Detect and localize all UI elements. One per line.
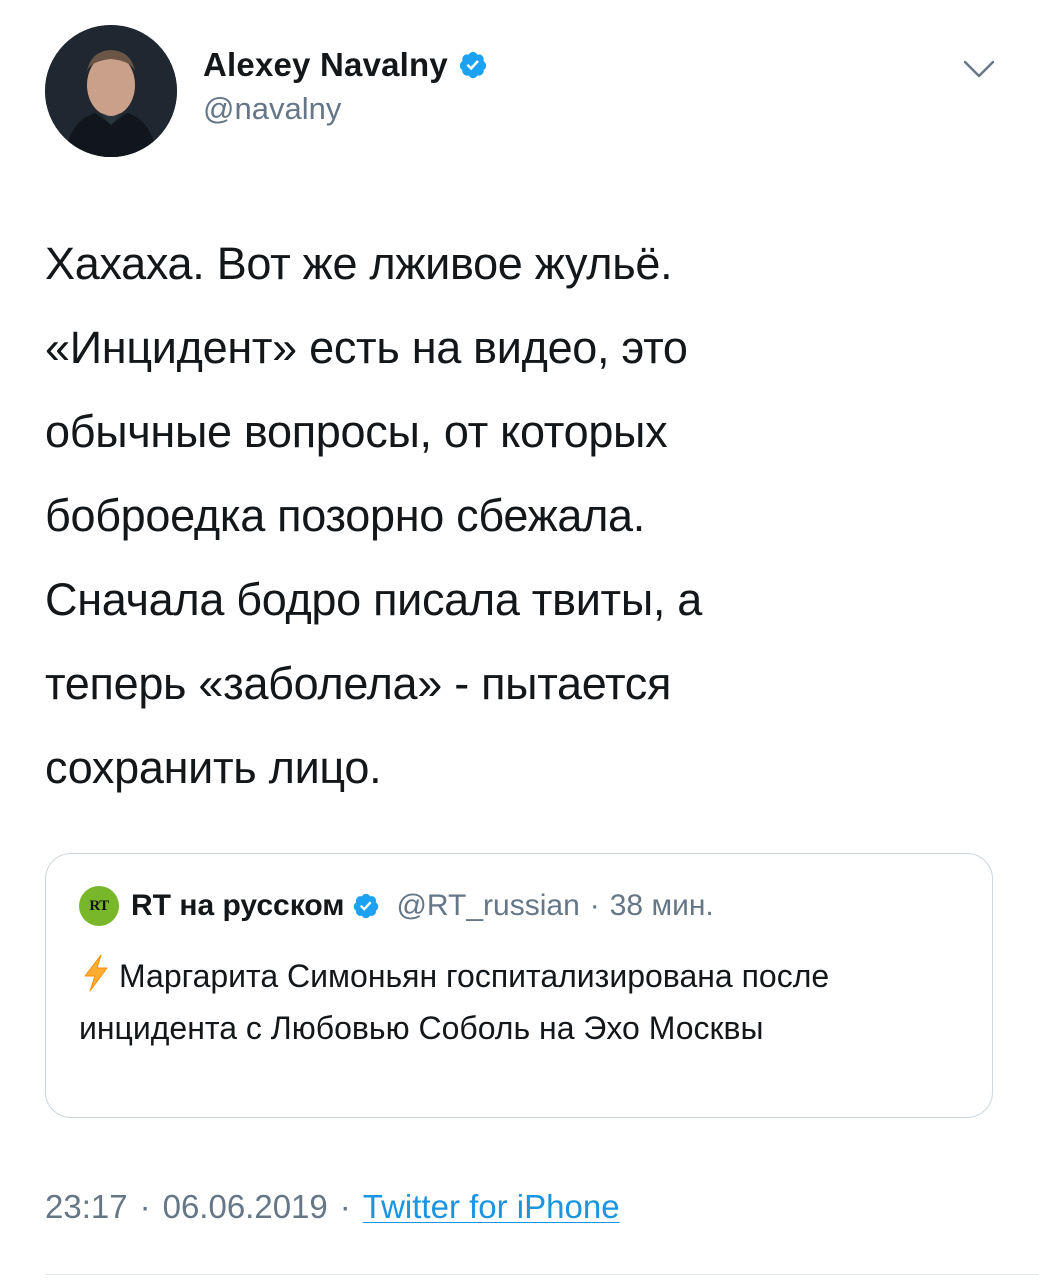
quoted-author-name: RT на русском	[131, 889, 345, 922]
quoted-timestamp: 38 мин.	[609, 889, 714, 922]
tweet-source-link[interactable]: Twitter for iPhone	[363, 1188, 620, 1226]
author-handle[interactable]: @navalny	[203, 91, 488, 127]
quoted-separator: ·	[589, 889, 600, 922]
verified-badge-icon	[458, 50, 488, 80]
tweet-text: Хахаха. Вот же лживое жульё. «Инцидент» …	[45, 238, 703, 793]
author-info: Alexey Navalny @navalny	[203, 43, 488, 127]
tweet-time: 23:17	[45, 1188, 128, 1225]
quoted-tweet-text-block: Маргарита Симоньян госпитализирована пос…	[79, 950, 959, 1054]
chevron-down-icon[interactable]	[961, 57, 997, 81]
author-display-name[interactable]: Alexey Navalny	[203, 46, 448, 84]
avatar-image	[45, 25, 177, 157]
rt-logo-text: RT	[89, 897, 109, 914]
meta-separator-2: ·	[339, 1188, 351, 1225]
divider	[45, 1274, 1039, 1275]
verified-badge-icon	[352, 892, 380, 920]
meta-separator: ·	[139, 1188, 151, 1225]
display-name-row: Alexey Navalny	[203, 43, 488, 87]
quoted-tweet-header: RT RT на русском @RT_russian · 38 мин.	[79, 884, 714, 928]
rt-logo-avatar: RT	[79, 886, 119, 926]
lightning-icon	[79, 953, 113, 993]
tweet-header: Alexey Navalny @navalny	[45, 25, 1005, 157]
quoted-tweet-text: Маргарита Симоньян госпитализирована пос…	[79, 958, 830, 1046]
author-avatar[interactable]	[45, 25, 177, 157]
tweet-date: 06.06.2019	[162, 1188, 328, 1225]
quoted-tweet-card[interactable]: RT RT на русском @RT_russian · 38 мин. М…	[45, 853, 993, 1118]
quoted-author-handle: @RT_russian	[396, 889, 580, 922]
tweet-meta: 23:17 · 06.06.2019 · Twitter for iPhone	[45, 1188, 620, 1226]
